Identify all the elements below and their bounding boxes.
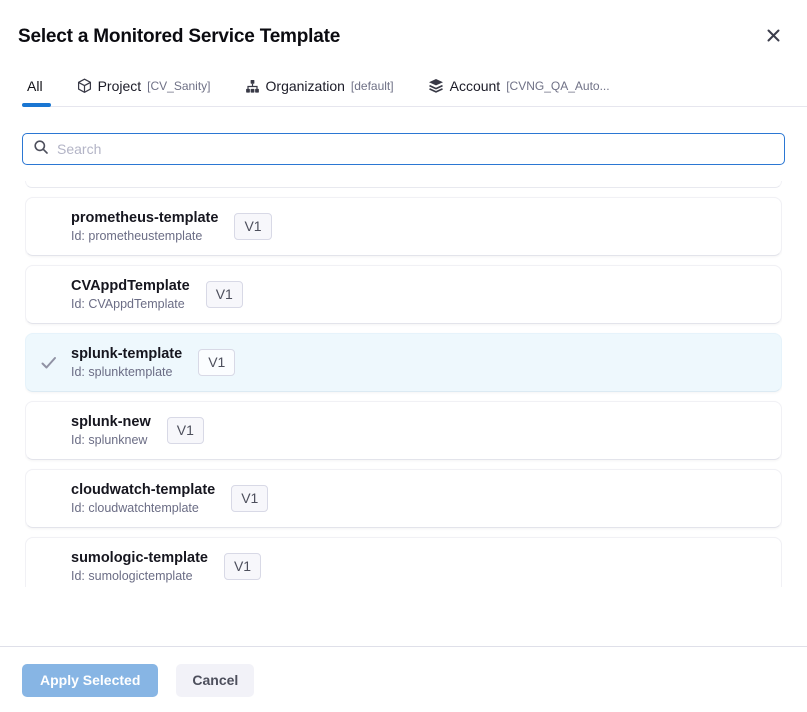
template-id: Id: splunknew	[71, 433, 151, 447]
template-select-modal: Select a Monitored Service Template All …	[0, 0, 807, 697]
apply-selected-button[interactable]: Apply Selected	[22, 664, 158, 697]
modal-header: Select a Monitored Service Template	[0, 0, 807, 48]
template-id: Id: prometheustemplate	[71, 229, 218, 243]
version-badge: V1	[206, 281, 243, 309]
tab-all-label: All	[27, 78, 43, 94]
template-name: cloudwatch-template	[71, 482, 215, 498]
template-row-splunk-template[interactable]: splunk-template Id: splunktemplate V1	[25, 333, 782, 392]
version-badge: V1	[231, 485, 268, 513]
tab-account-label: Account	[450, 78, 501, 94]
check-icon	[41, 356, 57, 370]
version-badge: V1	[224, 553, 261, 581]
template-id: Id: cloudwatchtemplate	[71, 501, 215, 515]
template-row-prometheus[interactable]: prometheus-template Id: prometheustempla…	[25, 197, 782, 256]
template-name: prometheus-template	[71, 210, 218, 226]
template-name: CVAppdTemplate	[71, 278, 190, 294]
tab-project-scope: [CV_Sanity]	[147, 79, 210, 93]
modal-title: Select a Monitored Service Template	[18, 26, 340, 48]
modal-footer: Apply Selected Cancel	[0, 647, 807, 697]
tab-organization-label: Organization	[266, 78, 345, 94]
version-badge: V1	[234, 213, 271, 241]
close-icon	[766, 28, 781, 43]
scope-tabs: All Project [CV_Sanity] Organization [de…	[25, 78, 807, 107]
tab-organization[interactable]: Organization [default]	[243, 78, 396, 106]
template-name: sumologic-template	[71, 550, 208, 566]
template-id: Id: sumologictemplate	[71, 569, 208, 583]
template-name: splunk-template	[71, 346, 182, 362]
tab-all[interactable]: All	[25, 78, 45, 106]
search-bar	[22, 133, 785, 165]
template-id: Id: splunktemplate	[71, 365, 182, 379]
version-badge: V1	[198, 349, 235, 377]
tab-organization-scope: [default]	[351, 79, 394, 93]
template-id: Id: CVAppdTemplate	[71, 297, 190, 311]
org-chart-icon	[245, 79, 260, 94]
version-badge: V1	[167, 417, 204, 445]
tab-project-label: Project	[98, 78, 142, 94]
search-input[interactable]	[57, 141, 774, 157]
template-name: splunk-new	[71, 414, 151, 430]
template-row-sumologic[interactable]: sumologic-template Id: sumologictemplate…	[25, 537, 782, 587]
template-row-cloudwatch[interactable]: cloudwatch-template Id: cloudwatchtempla…	[25, 469, 782, 528]
template-row-cvappd[interactable]: CVAppdTemplate Id: CVAppdTemplate V1	[25, 265, 782, 324]
layers-icon	[428, 78, 444, 94]
cancel-button[interactable]: Cancel	[176, 664, 254, 697]
close-button[interactable]	[762, 26, 785, 45]
template-row-splunk-new[interactable]: splunk-new Id: splunknew V1	[25, 401, 782, 460]
cube-icon	[77, 78, 92, 94]
search-icon	[33, 139, 49, 160]
tab-account[interactable]: Account [CVNG_QA_Auto...	[426, 78, 612, 106]
clipped-row-top	[25, 181, 782, 188]
tab-project[interactable]: Project [CV_Sanity]	[75, 78, 213, 106]
tab-account-scope: [CVNG_QA_Auto...	[506, 79, 609, 93]
template-list: prometheus-template Id: prometheustempla…	[25, 181, 782, 587]
